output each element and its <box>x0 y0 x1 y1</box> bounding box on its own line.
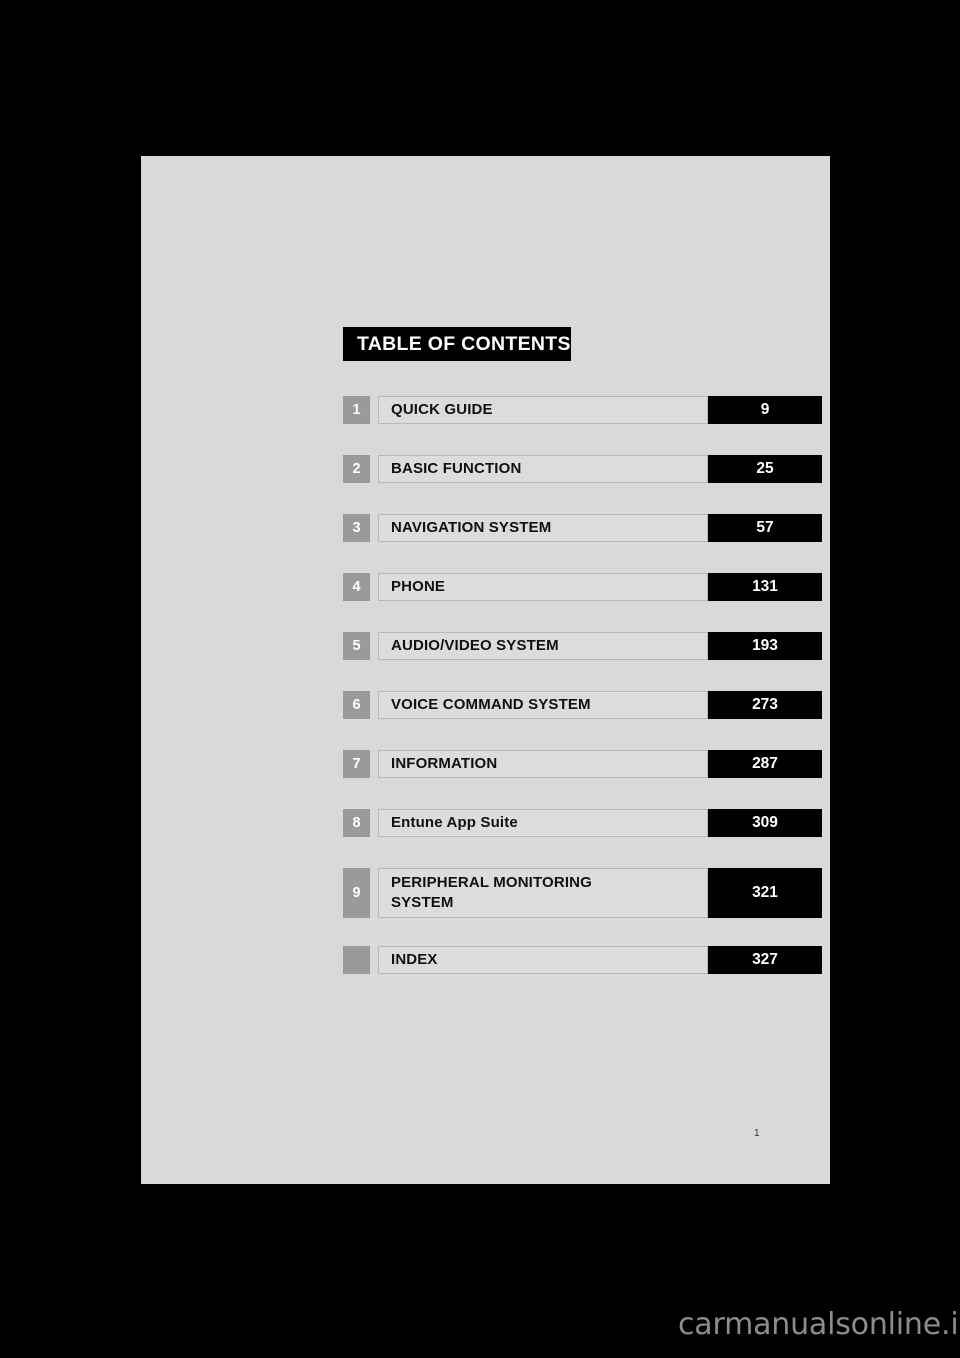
site-watermark: carmanualsonline.info <box>678 1307 960 1342</box>
toc-chapter-label[interactable]: NAVIGATION SYSTEM <box>378 514 708 542</box>
toc-chapter-number: 6 <box>343 691 370 719</box>
toc-chapter-number: 7 <box>343 750 370 778</box>
toc-chapter-label[interactable]: AUDIO/VIDEO SYSTEM <box>378 632 708 660</box>
toc-row-basic-function[interactable]: 2 BASIC FUNCTION 25 <box>343 455 822 483</box>
toc-page-number[interactable]: 321 <box>708 868 822 918</box>
toc-page-number[interactable]: 327 <box>708 946 822 974</box>
toc-row-spacer <box>370 573 378 601</box>
page-folio-number: 1 <box>754 1128 760 1139</box>
toc-chapter-label[interactable]: Entune App Suite <box>378 809 708 837</box>
toc-page-number[interactable]: 57 <box>708 514 822 542</box>
toc-row-spacer <box>370 809 378 837</box>
toc-row-spacer <box>370 946 378 974</box>
toc-page-number[interactable]: 309 <box>708 809 822 837</box>
toc-chapter-number <box>343 946 370 974</box>
toc-page-number[interactable]: 273 <box>708 691 822 719</box>
page-title: TABLE OF CONTENTS <box>343 327 571 361</box>
toc-page-number[interactable]: 25 <box>708 455 822 483</box>
toc-row-voice-command-system[interactable]: 6 VOICE COMMAND SYSTEM 273 <box>343 691 822 719</box>
toc-chapter-label[interactable]: VOICE COMMAND SYSTEM <box>378 691 708 719</box>
toc-page-number[interactable]: 287 <box>708 750 822 778</box>
toc-chapter-number: 4 <box>343 573 370 601</box>
toc-page-number[interactable]: 9 <box>708 396 822 424</box>
toc-row-quick-guide[interactable]: 1 QUICK GUIDE 9 <box>343 396 822 424</box>
manual-page-sheet: TABLE OF CONTENTS 1 QUICK GUIDE 9 2 BASI… <box>141 156 830 1184</box>
toc-row-spacer <box>370 750 378 778</box>
toc-row-spacer <box>370 868 378 918</box>
toc-page-number[interactable]: 131 <box>708 573 822 601</box>
toc-chapter-number: 9 <box>343 868 370 918</box>
toc-row-spacer <box>370 691 378 719</box>
toc-row-index[interactable]: INDEX 327 <box>343 946 822 974</box>
toc-row-audio-video-system[interactable]: 5 AUDIO/VIDEO SYSTEM 193 <box>343 632 822 660</box>
toc-row-spacer <box>370 514 378 542</box>
toc-row-spacer <box>370 396 378 424</box>
toc-chapter-number: 5 <box>343 632 370 660</box>
toc-row-spacer <box>370 455 378 483</box>
toc-row-entune-app-suite[interactable]: 8 Entune App Suite 309 <box>343 809 822 837</box>
toc-chapter-number: 8 <box>343 809 370 837</box>
toc-row-phone[interactable]: 4 PHONE 131 <box>343 573 822 601</box>
toc-chapter-label[interactable]: INDEX <box>378 946 708 974</box>
toc-chapter-label[interactable]: INFORMATION <box>378 750 708 778</box>
toc-row-peripheral-monitoring-system[interactable]: 9 PERIPHERAL MONITORING SYSTEM 321 <box>343 868 822 918</box>
toc-chapter-label[interactable]: BASIC FUNCTION <box>378 455 708 483</box>
toc-chapter-number: 1 <box>343 396 370 424</box>
toc-chapter-label[interactable]: PHONE <box>378 573 708 601</box>
toc-row-information[interactable]: 7 INFORMATION 287 <box>343 750 822 778</box>
toc-chapter-number: 3 <box>343 514 370 542</box>
toc-row-spacer <box>370 632 378 660</box>
toc-chapter-label[interactable]: PERIPHERAL MONITORING SYSTEM <box>378 868 708 918</box>
table-of-contents-list: 1 QUICK GUIDE 9 2 BASIC FUNCTION 25 3 NA… <box>343 396 822 974</box>
toc-row-navigation-system[interactable]: 3 NAVIGATION SYSTEM 57 <box>343 514 822 542</box>
toc-page-number[interactable]: 193 <box>708 632 822 660</box>
toc-chapter-label[interactable]: QUICK GUIDE <box>378 396 708 424</box>
toc-chapter-number: 2 <box>343 455 370 483</box>
